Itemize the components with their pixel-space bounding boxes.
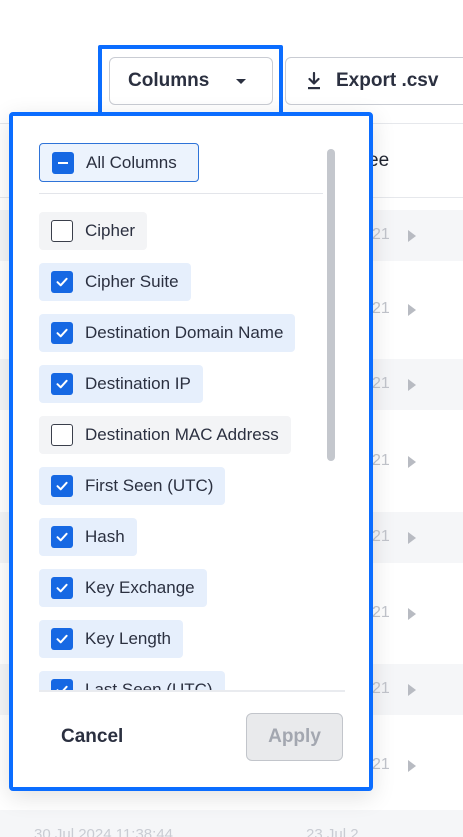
row-expand-icon[interactable] <box>408 304 416 316</box>
table-cell: 21 <box>372 756 390 773</box>
apply-button[interactable]: Apply <box>246 713 343 761</box>
all-columns-checkbox[interactable]: All Columns <box>39 143 199 182</box>
column-option-key-exchange[interactable]: Key Exchange <box>39 569 207 607</box>
column-option-cipher-suite[interactable]: Cipher Suite <box>39 263 191 301</box>
checkbox-unchecked-icon <box>51 220 73 242</box>
column-option-label: Last Seen (UTC) <box>85 680 213 690</box>
checkbox-checked-icon <box>51 577 73 599</box>
column-option-label: Cipher <box>85 221 136 240</box>
table-cell: 21 <box>372 452 390 469</box>
row-expand-icon[interactable] <box>408 608 416 620</box>
column-option-label: Destination IP <box>85 374 191 393</box>
checkbox-checked-icon <box>51 475 73 497</box>
checkbox-checked-icon <box>51 322 73 344</box>
column-option-label: Destination MAC Address <box>85 425 279 444</box>
column-option-label: Key Length <box>85 629 172 648</box>
table-cell: 21 <box>372 680 390 697</box>
table-cell-date: 23 Jul 2 <box>306 826 359 837</box>
column-option-destination-ip[interactable]: Destination IP <box>39 365 203 403</box>
column-option-label: First Seen (UTC) <box>85 476 214 495</box>
download-icon <box>306 71 322 90</box>
columns-dropdown-panel: All Columns Cipher Cipher Suite Destinat… <box>9 112 373 791</box>
column-option-label: Cipher Suite <box>85 272 179 291</box>
page: ee 21 21 21 21 21 21 21 21 30 Jul 2024 1… <box>0 0 463 837</box>
column-option-key-length[interactable]: Key Length <box>39 620 184 658</box>
checkbox-checked-icon <box>51 271 73 293</box>
table-row[interactable]: 30 Jul 2024 11:38:44 23 Jul 2 <box>0 810 463 837</box>
table-cell: 21 <box>372 604 390 621</box>
checkbox-checked-icon <box>51 679 73 690</box>
column-option-destination-domain-name[interactable]: Destination Domain Name <box>39 314 296 352</box>
row-expand-icon[interactable] <box>408 684 416 696</box>
table-cell: 21 <box>372 300 390 317</box>
checkbox-checked-icon <box>51 628 73 650</box>
all-columns-label: All Columns <box>86 152 177 172</box>
column-option-last-seen-utc[interactable]: Last Seen (UTC) <box>39 671 225 690</box>
column-option-first-seen-utc[interactable]: First Seen (UTC) <box>39 467 226 505</box>
column-option-label: Key Exchange <box>85 578 195 597</box>
export-csv-label: Export .csv <box>336 70 439 91</box>
list-scrollbar-thumb[interactable] <box>327 149 335 461</box>
checkbox-unchecked-icon <box>51 424 73 446</box>
column-option-label: Hash <box>85 527 125 546</box>
row-expand-icon[interactable] <box>408 230 416 242</box>
table-cell: 21 <box>372 226 390 243</box>
row-expand-icon[interactable] <box>408 456 416 468</box>
export-csv-button[interactable]: Export .csv <box>285 57 463 105</box>
column-option-hash[interactable]: Hash <box>39 518 137 556</box>
column-option-destination-mac-address[interactable]: Destination MAC Address <box>39 416 291 454</box>
checkbox-checked-icon <box>51 373 73 395</box>
table-cell: 21 <box>372 528 390 545</box>
checkbox-checked-icon <box>51 526 73 548</box>
row-expand-icon[interactable] <box>408 379 416 391</box>
row-expand-icon[interactable] <box>408 760 416 772</box>
column-options-list: Cipher Cipher Suite Destination Domain N… <box>13 206 369 690</box>
table-cell-date: 30 Jul 2024 11:38:44 <box>34 826 174 837</box>
cancel-button[interactable]: Cancel <box>61 726 123 748</box>
list-bottom-divider <box>39 690 345 692</box>
row-expand-icon[interactable] <box>408 532 416 544</box>
panel-divider <box>39 193 323 194</box>
column-option-label: Destination Domain Name <box>85 323 284 342</box>
table-cell: 21 <box>372 375 390 392</box>
columns-button-focus-highlight <box>98 45 283 117</box>
indeterminate-checkbox-icon <box>52 151 74 174</box>
column-option-cipher[interactable]: Cipher <box>39 212 148 250</box>
